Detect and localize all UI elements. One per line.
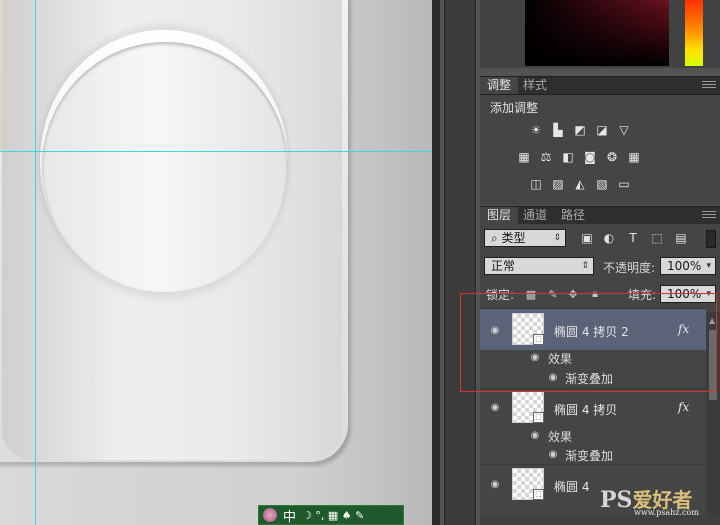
hue-saturation-icon[interactable]: ▦	[516, 150, 532, 164]
layer-thumbnail: ⬚	[512, 391, 544, 423]
tab-adjustments[interactable]: 调整	[480, 77, 519, 94]
ime-mode[interactable]: 中	[283, 506, 296, 525]
adjustments-tabbar: 调整 样式	[480, 76, 720, 95]
blend-mode-dropdown[interactable]: 正常 ⇕	[484, 257, 594, 275]
vector-mask-badge-icon: ⬚	[533, 412, 544, 423]
ime-logo-icon	[263, 508, 277, 522]
right-panels: 调整 样式 添加调整 ☀ ▙ ◩ ◪ ▽ ▦ ⚖ ◧ ◙ ❂ ▦ ◫ ▨ ◭ ▧…	[480, 0, 720, 525]
layer-filter-dropdown[interactable]: ⌕ 类型 ⇕	[484, 229, 566, 247]
invert-icon[interactable]: ◫	[528, 177, 544, 191]
color-panel	[480, 0, 720, 68]
vector-mask-badge-icon: ⬚	[533, 489, 544, 500]
opacity-label: 不透明度:	[603, 261, 656, 275]
chevron-down-icon: ⇕	[581, 261, 589, 271]
layer-thumbnail: ⬚	[512, 468, 544, 500]
chevron-down-icon: ⇕	[553, 233, 561, 243]
exposure-icon[interactable]: ◪	[594, 123, 610, 137]
adjustments-title: 添加调整	[490, 101, 539, 115]
vibrance-icon[interactable]: ▽	[616, 123, 632, 137]
panel-menu-icon[interactable]	[702, 81, 716, 90]
opacity-value: 100%	[667, 259, 702, 273]
channel-mixer-icon[interactable]: ❂	[604, 150, 620, 164]
posterize-icon[interactable]: ▨	[550, 177, 566, 191]
adjustments-row-1: ☀ ▙ ◩ ◪ ▽	[528, 123, 632, 137]
adjustments-panel: 添加调整 ☀ ▙ ◩ ◪ ▽ ▦ ⚖ ◧ ◙ ❂ ▦ ◫ ▨ ◭ ▧ ▭	[480, 95, 720, 205]
highlight-annotation	[460, 293, 717, 392]
dock-divider[interactable]	[432, 0, 440, 525]
opacity-input[interactable]: 100% ▾	[660, 257, 716, 275]
visibility-eye-icon[interactable]: ◉	[488, 403, 502, 413]
visibility-eye-icon[interactable]: ◉	[488, 480, 502, 490]
tab-styles[interactable]: 样式	[516, 77, 554, 94]
panel-menu-icon[interactable]	[702, 211, 716, 220]
effects-label: 效果	[548, 430, 573, 444]
tab-paths[interactable]: 路径	[554, 207, 592, 224]
watermark-url: www.psahz.com	[634, 508, 699, 517]
watermark-ps: PS	[600, 487, 633, 513]
adjustments-row-2: ▦ ⚖ ◧ ◙ ❂ ▦	[516, 150, 642, 164]
color-field[interactable]	[525, 0, 669, 66]
horizontal-guide[interactable]	[0, 151, 432, 152]
ime-options[interactable]: ☽ °, ▦ ♠ ✎	[302, 509, 364, 522]
brightness-contrast-icon[interactable]: ☀	[528, 123, 544, 137]
hue-slider[interactable]	[685, 0, 703, 66]
ime-toolbar[interactable]: 中 ☽ °, ▦ ♠ ✎	[258, 505, 404, 525]
collapsed-panel-strip	[444, 0, 476, 525]
filter-toggle[interactable]	[706, 230, 716, 248]
layer-name[interactable]: 椭圆 4	[554, 478, 589, 495]
type-filter-icon[interactable]: T	[626, 231, 640, 245]
watermark-logo: PS爱好者 www.psahz.com	[600, 484, 699, 517]
chevron-down-icon: ▾	[706, 261, 711, 271]
ellipse-inner	[42, 42, 288, 292]
layers-tabbar: 图层 通道 路径	[480, 206, 720, 225]
layer-effects: ◉ 效果 ◉ 渐变叠加	[480, 428, 706, 464]
tab-channels[interactable]: 通道	[516, 207, 554, 224]
fx-icon[interactable]: fx	[678, 400, 689, 414]
smart-object-filter-icon[interactable]: ▤	[674, 231, 688, 245]
photo-filter-icon[interactable]: ◙	[582, 150, 598, 164]
black-white-icon[interactable]: ◧	[560, 150, 576, 164]
layer-row[interactable]: ◉ ⬚ 椭圆 4 拷贝 fx	[480, 388, 706, 428]
gradient-map-icon[interactable]: ▭	[616, 177, 632, 191]
visibility-eye-icon[interactable]: ◉	[546, 450, 560, 460]
levels-icon[interactable]: ▙	[550, 123, 566, 137]
visibility-eye-icon[interactable]: ◉	[528, 431, 542, 441]
tab-layers[interactable]: 图层	[480, 207, 519, 224]
search-icon: ⌕	[491, 231, 502, 245]
blend-mode-value: 正常	[491, 259, 516, 273]
shape-filter-icon[interactable]: ⬚	[650, 231, 664, 245]
curves-icon[interactable]: ◩	[572, 123, 588, 137]
effect-name[interactable]: 渐变叠加	[565, 447, 613, 464]
selective-color-icon[interactable]: ▧	[594, 177, 610, 191]
threshold-icon[interactable]: ◭	[572, 177, 588, 191]
filter-kind: 类型	[501, 231, 526, 245]
layer-name[interactable]: 椭圆 4 拷贝	[554, 401, 617, 418]
adjustments-row-3: ◫ ▨ ◭ ▧ ▭	[528, 177, 632, 191]
vertical-guide[interactable]	[35, 0, 36, 525]
color-lookup-icon[interactable]: ▦	[626, 150, 642, 164]
pixel-filter-icon[interactable]: ▣	[580, 231, 594, 245]
panel-dock-strip	[432, 0, 480, 525]
adjustment-filter-icon[interactable]: ◐	[602, 231, 616, 245]
color-balance-icon[interactable]: ⚖	[538, 150, 554, 164]
document-canvas[interactable]: 中 ☽ °, ▦ ♠ ✎	[0, 0, 432, 525]
